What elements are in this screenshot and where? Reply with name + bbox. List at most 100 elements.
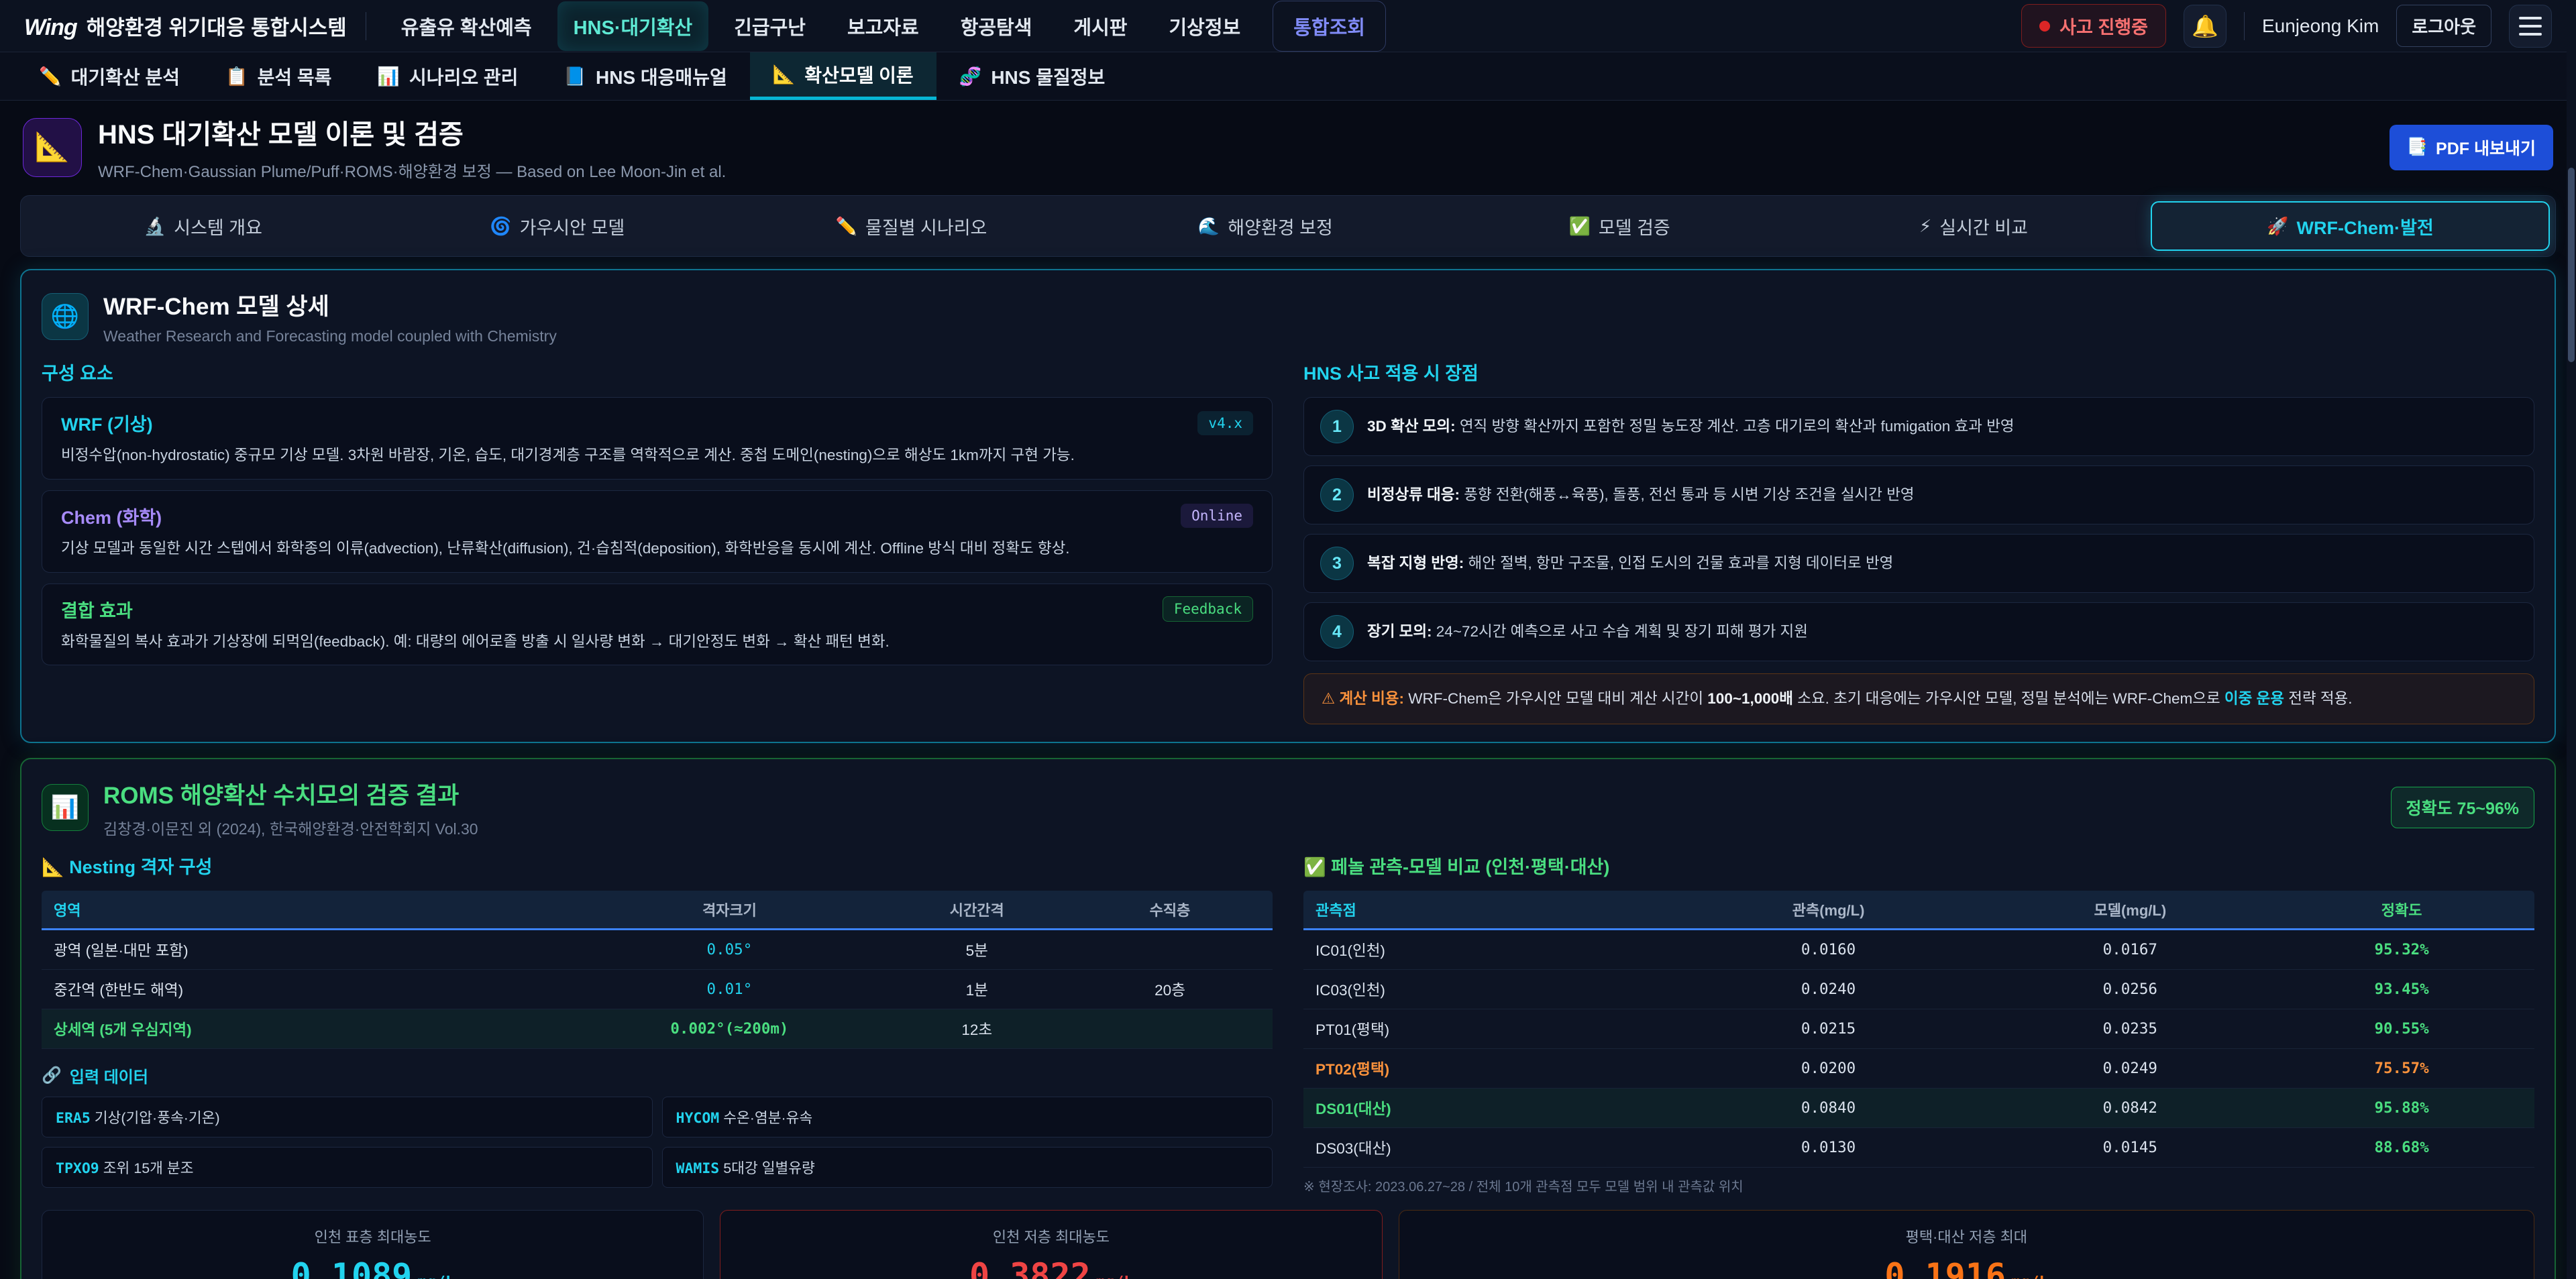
col-header-gridsize: 격자크기 — [585, 899, 875, 920]
tab-model-validation[interactable]: ✅ 모델 검증 — [1442, 201, 1796, 251]
component-description: 기상 모델과 동일한 시간 스텝에서 화학종의 이류(advection), 난… — [61, 537, 1253, 560]
site-cell: IC01(인천) — [1316, 939, 1678, 960]
nesting-grid-table: 영역 격자크기 시간간격 수직층 광역 (일본·대만 포함) 0.05° 5분 … — [42, 891, 1273, 1049]
tab-substance-scenarios[interactable]: ✏️ 물질별 시나리오 — [735, 201, 1089, 251]
menu-button[interactable] — [2509, 5, 2552, 48]
nesting-heading: 📐 Nesting 격자 구성 — [42, 852, 1273, 879]
chip-wamis: WAMIS 5대강 일별유량 — [662, 1147, 1273, 1188]
tab-ocean-correction[interactable]: 🌊 해양환경 보정 — [1088, 201, 1442, 251]
model-cell: 0.0235 — [1979, 1020, 2281, 1038]
tab-label: 물질별 시나리오 — [865, 213, 987, 239]
subtab-dispersion-analysis[interactable]: ✏️ 대기확산 분석 — [16, 52, 203, 100]
col-header-area: 영역 — [54, 899, 585, 920]
table-row-highlighted[interactable]: 상세역 (5개 우심지역) 0.002°(≈200m) 12초 — [42, 1009, 1273, 1049]
subtab-scenario-management[interactable]: 📊 시나리오 관리 — [354, 52, 541, 100]
table-row-best-accuracy[interactable]: DS01(대산) 0.0840 0.0842 95.88% — [1303, 1089, 2534, 1128]
wrf-components-column: 구성 요소 WRF (기상) v4.x 비정수압(non-hydrostatic… — [42, 359, 1273, 724]
col-header-accuracy: 정확도 — [2281, 899, 2522, 920]
strength-desc: 풍향 전환(해풍↔육풍), 돌풍, 전선 통과 등 시변 기상 조건을 실시간 … — [1460, 486, 1915, 503]
obs-cell: 0.0840 — [1678, 1099, 1980, 1117]
accuracy-cell: 90.55% — [2281, 1020, 2522, 1038]
nav-item-integrated-search[interactable]: 통합조회 — [1273, 1, 1386, 52]
table-row[interactable]: PT01(평택) 0.0215 0.0235 90.55% — [1303, 1009, 2534, 1049]
scrollbar-track[interactable] — [2567, 0, 2576, 1279]
page: { "colors": { "accent_cyan": "#22d3ee", … — [0, 0, 2576, 1279]
nav-item-oil-spill[interactable]: 유출유 확산예측 — [385, 1, 548, 51]
microscope-icon: 🔬 — [144, 216, 166, 237]
stat-unit: mg/L — [2011, 1274, 2048, 1279]
nav-item-aerial-search[interactable]: 항공탐색 — [945, 1, 1049, 51]
number-badge: 2 — [1320, 478, 1354, 512]
tab-label: 해양환경 보정 — [1228, 213, 1333, 239]
subtab-label: 분석 목록 — [258, 63, 332, 90]
accuracy-cell: 93.45% — [2281, 981, 2522, 998]
input-data-chips: ERA5 기상(기압·풍속·기온) HYCOM 수온·염분·유속 TPXO9 조… — [42, 1097, 1273, 1188]
tab-wrf-chem-future[interactable]: 🚀 WRF-Chem·발전 — [2151, 201, 2550, 251]
tab-gaussian-model[interactable]: 🌀 가우시안 모델 — [380, 201, 735, 251]
subtab-hns-substance-info[interactable]: 🧬 HNS 물질정보 — [936, 52, 1128, 100]
accuracy-cell: 88.68% — [2281, 1139, 2522, 1156]
tab-system-overview[interactable]: 🔬 시스템 개요 — [26, 201, 380, 251]
check-icon: ✅ — [1303, 857, 1326, 877]
table-row[interactable]: IC01(인천) 0.0160 0.0167 95.32% — [1303, 930, 2534, 970]
wrf-strengths-column: HNS 사고 적용 시 장점 1 3D 확산 모의: 연직 방향 확산까지 포함… — [1303, 359, 2534, 724]
obs-cell: 0.0240 — [1678, 981, 1980, 998]
nav-item-reports[interactable]: 보고자료 — [831, 1, 935, 51]
strength-title: 장기 모의: — [1367, 623, 1432, 640]
wrf-panel-subtitle: Weather Research and Forecasting model c… — [103, 327, 557, 345]
note-text: WRF-Chem은 가우시안 모델 대비 계산 시간이 — [1404, 690, 1707, 707]
table-row[interactable]: IC03(인천) 0.0240 0.0256 93.45% — [1303, 970, 2534, 1009]
model-cell: 0.0256 — [1979, 981, 2281, 998]
nav-item-board[interactable]: 게시판 — [1057, 1, 1143, 51]
stat-value: 0.3822 — [969, 1256, 1091, 1279]
obs-cell: 0.0200 — [1678, 1060, 1980, 1077]
col-header-timestep: 시간간격 — [874, 899, 1079, 920]
tab-realtime-comparison[interactable]: ⚡ 실시간 비교 — [1796, 201, 2151, 251]
topbar-right: 사고 진행중 🔔 Eunjeong Kim 로그아웃 — [2021, 4, 2552, 48]
note-highlight: 이중 운용 — [2224, 690, 2284, 707]
grid-cell: 0.002°(≈200m) — [585, 1020, 875, 1038]
scrollbar-thumb[interactable] — [2568, 168, 2575, 362]
app-title: 해양환경 위기대응 통합시스템 — [87, 11, 347, 41]
logout-button[interactable]: 로그아웃 — [2396, 5, 2491, 47]
clipboard-icon: 📋 — [225, 66, 248, 87]
notifications-button[interactable]: 🔔 — [2184, 5, 2226, 48]
nav-item-hns-dispersion[interactable]: HNS·대기확산 — [557, 1, 709, 51]
accuracy-cell: 95.88% — [2281, 1099, 2522, 1117]
table-row[interactable]: DS03(대산) 0.0130 0.0145 88.68% — [1303, 1128, 2534, 1168]
components-heading: 구성 요소 — [42, 359, 1273, 385]
table-row[interactable]: 광역 (일본·대만 포함) 0.05° 5분 — [42, 930, 1273, 970]
area-cell: 상세역 (5개 우심지역) — [54, 1018, 585, 1040]
component-name: WRF (기상) — [61, 410, 153, 436]
number-badge: 4 — [1320, 615, 1354, 649]
subtab-hns-manual[interactable]: 📘 HNS 대응매뉴얼 — [541, 52, 749, 100]
user-name: Eunjeong Kim — [2262, 15, 2379, 37]
inputs-heading: 입력 데이터 — [70, 1064, 148, 1087]
accuracy-cell: 95.32% — [2281, 941, 2522, 958]
app-logo: Wing 해양환경 위기대응 통합시스템 — [24, 11, 347, 41]
nav-item-weather[interactable]: 기상정보 — [1152, 1, 1256, 51]
obs-cell: 0.0160 — [1678, 941, 1980, 958]
subtab-model-theory[interactable]: 📐 확산모델 이론 — [750, 52, 936, 100]
table-row[interactable]: 중간역 (한반도 해역) 0.01° 1분 20층 — [42, 970, 1273, 1009]
chip-value: 수온·염분·유속 — [719, 1110, 812, 1126]
incident-status-badge[interactable]: 사고 진행중 — [2021, 4, 2166, 48]
table-row-low-accuracy[interactable]: PT02(평택) 0.0200 0.0249 75.57% — [1303, 1049, 2534, 1089]
cyclone-icon: 🌀 — [490, 216, 511, 237]
wrf-panel-header: 🌐 WRF-Chem 모델 상세 Weather Research and Fo… — [42, 288, 2534, 345]
chip-key: ERA5 — [56, 1110, 91, 1127]
subtab-label: 대기확산 분석 — [71, 63, 180, 90]
nav-item-emergency[interactable]: 긴급구난 — [718, 1, 822, 51]
site-cell: DS01(대산) — [1316, 1097, 1678, 1119]
area-cell: 중간역 (한반도 해역) — [54, 979, 585, 1000]
sub-nav: ✏️ 대기확산 분석 📋 분석 목록 📊 시나리오 관리 📘 HNS 대응매뉴얼… — [0, 52, 2576, 101]
chart-icon: 📊 — [377, 66, 400, 87]
nesting-column: 📐 Nesting 격자 구성 영역 격자크기 시간간격 수직층 광역 (일본·… — [42, 852, 1273, 1195]
grid-cell: 0.01° — [585, 981, 875, 998]
component-description: 화학물질의 복사 효과가 기상장에 되먹임(feedback). 예: 대량의 … — [61, 630, 1253, 653]
document-icon: 📑 — [2407, 137, 2428, 157]
note-text: 소요. 초기 대응에는 가우시안 모델, 정밀 분석에는 WRF-Chem으로 — [1793, 690, 2224, 707]
subtab-analysis-list[interactable]: 📋 분석 목록 — [203, 52, 354, 100]
page-subtitle: WRF-Chem·Gaussian Plume/Puff·ROMS·해양환경 보… — [98, 158, 2373, 182]
pdf-export-button[interactable]: 📑 PDF 내보내기 — [2390, 125, 2553, 170]
